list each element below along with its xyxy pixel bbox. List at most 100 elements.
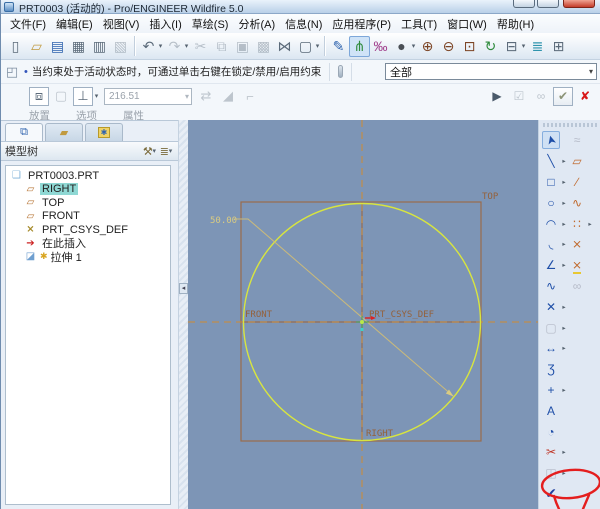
offset-edge-tool[interactable]: ▢ <box>542 319 560 337</box>
rectangle-flyout[interactable]: ▸ <box>560 178 568 186</box>
dimension-flyout[interactable]: ▸ <box>560 344 568 352</box>
model-tree-tab[interactable]: ⧉ <box>5 123 43 141</box>
zoom-fit-button[interactable]: ⊡ <box>459 36 480 57</box>
construction-points-tool[interactable]: ∷ <box>568 215 586 233</box>
preview-button[interactable]: ∞ <box>531 87 551 106</box>
reorient-button[interactable]: ↻ <box>480 36 501 57</box>
display-style-button[interactable]: ● <box>391 36 412 57</box>
tree-item-front-plane[interactable]: ▱ FRONT <box>6 210 170 224</box>
print-button[interactable]: ▦ <box>68 36 89 57</box>
constraint-filter-select[interactable]: 全部 ▾ <box>385 63 597 80</box>
arc-tool[interactable]: ◠ <box>542 215 560 233</box>
menu-edit[interactable]: 编辑(E) <box>51 14 98 34</box>
point-flyout[interactable]: ▸ <box>560 303 568 311</box>
fillet-tool[interactable]: ◟ <box>542 235 560 253</box>
print-preview-button[interactable]: ▥ <box>89 36 110 57</box>
point-tool[interactable]: ✕ <box>542 298 560 316</box>
minimize-button[interactable] <box>513 0 535 8</box>
sketch-orientation-button[interactable]: ✎ <box>328 36 349 57</box>
tree-columns-button[interactable]: ≣▾ <box>160 145 174 158</box>
find-button[interactable]: ⋈ <box>274 36 295 57</box>
palette-tool[interactable]: ◔ <box>542 423 560 441</box>
dimension-tool[interactable]: ↔ <box>542 339 560 357</box>
solid-toggle-button[interactable]: ⧈ <box>29 87 49 106</box>
chamfer-flyout[interactable]: ▸ <box>560 261 568 269</box>
mirror-tool[interactable]: ◫ <box>542 464 560 482</box>
line-flyout[interactable]: ▸ <box>560 157 568 165</box>
text-tool[interactable]: A <box>542 402 560 420</box>
panel-splitter[interactable]: ◂ <box>178 120 188 509</box>
tree-item-extrude[interactable]: ◪ ✱ 拉伸 1 <box>6 250 170 264</box>
cut-button[interactable]: ✂ <box>190 36 211 57</box>
tree-item-right-plane[interactable]: ▱ RIGHT <box>6 183 170 197</box>
menu-view[interactable]: 视图(V) <box>98 14 145 34</box>
surface-toggle-button[interactable]: ▢ <box>51 87 71 106</box>
open-button[interactable]: ▱ <box>26 36 47 57</box>
layers-button[interactable]: ≣ <box>527 36 548 57</box>
favorites-tab[interactable]: ✱ <box>85 123 123 141</box>
paste-special-button[interactable]: ▩ <box>253 36 274 57</box>
new-file-button[interactable]: ▯ <box>5 36 26 57</box>
tab-options[interactable]: 选项 <box>76 108 97 120</box>
fillet-flyout[interactable]: ▸ <box>560 240 568 248</box>
menu-tools[interactable]: 工具(T) <box>396 14 442 34</box>
select-tool[interactable]: ➤ <box>542 131 560 149</box>
points-flyout[interactable]: ▸ <box>586 220 594 228</box>
dimension-value[interactable]: 50.00 <box>210 216 237 226</box>
undo-button[interactable]: ↶ <box>138 36 159 57</box>
constraint-flyout[interactable]: ▸ <box>560 386 568 394</box>
tree-item-insert-here[interactable]: ➔ 在此插入 <box>6 237 170 251</box>
circle-flyout[interactable]: ▸ <box>560 199 568 207</box>
menu-insert[interactable]: 插入(I) <box>144 14 186 34</box>
resume-button[interactable]: ▶ <box>487 87 507 106</box>
collapse-panel-button[interactable]: ◂ <box>179 283 188 294</box>
maximize-button[interactable] <box>537 0 559 8</box>
apply-button[interactable]: ✔ <box>553 87 573 106</box>
layer-tree-tab[interactable]: ▰ <box>45 123 83 141</box>
intersection-point-tool[interactable]: ⨯ <box>568 256 586 274</box>
trim-flyout[interactable]: ▸ <box>560 448 568 456</box>
use-edge-tool[interactable]: ▱ <box>568 152 586 170</box>
saved-views-button[interactable]: ⊟ <box>501 36 522 57</box>
offset-flyout[interactable]: ▸ <box>560 324 568 332</box>
construction-line-tool[interactable]: ∕ <box>568 173 586 191</box>
menu-file[interactable]: 文件(F) <box>5 14 51 34</box>
tab-placement[interactable]: 放置 <box>29 108 50 120</box>
line-tool[interactable]: ╲ <box>542 152 560 170</box>
modify-tool[interactable]: Ʒ <box>542 360 560 378</box>
select-box-button[interactable]: ▢ <box>295 36 316 57</box>
rectangle-tool[interactable]: □ <box>542 173 560 191</box>
arc-flyout[interactable]: ▸ <box>560 220 568 228</box>
menu-help[interactable]: 帮助(H) <box>492 14 539 34</box>
depth-type-button[interactable]: ⊥ <box>73 87 93 106</box>
save-button[interactable]: ▤ <box>47 36 68 57</box>
depth-type-dropdown[interactable]: ▾ <box>93 92 100 100</box>
datum-display-button[interactable]: ⋔ <box>349 36 370 57</box>
menu-applications[interactable]: 应用程序(P) <box>327 14 396 34</box>
spline-tool[interactable]: ∿ <box>542 277 560 295</box>
redo-button[interactable]: ↷ <box>164 36 185 57</box>
close-button[interactable] <box>563 0 595 8</box>
verify-toggle[interactable]: ☑ <box>509 87 529 106</box>
menu-sketch[interactable]: 草绘(S) <box>187 14 234 34</box>
tree-item-part[interactable]: ❑ PRT0003.PRT <box>6 169 170 183</box>
tree-settings-button[interactable]: ⚒▾ <box>143 145 158 158</box>
constraint-tool[interactable]: + <box>542 381 560 399</box>
thicken-button[interactable]: ⌐ <box>240 87 260 106</box>
circle-tool[interactable]: ○ <box>542 194 560 212</box>
copy-button[interactable]: ⧉ <box>211 36 232 57</box>
cancel-button[interactable]: ✘ <box>575 87 595 106</box>
construction-spline-tool[interactable]: ∿ <box>568 194 586 212</box>
select-lasso-tool[interactable]: ≈ <box>568 131 586 149</box>
sketch-done-button[interactable]: ✔ <box>542 485 560 503</box>
menu-info[interactable]: 信息(N) <box>280 14 327 34</box>
view-manager-button[interactable]: ⊞ <box>548 36 569 57</box>
menu-window[interactable]: 窗口(W) <box>442 14 492 34</box>
zoom-out-button[interactable]: ⊖ <box>438 36 459 57</box>
depth-value-field[interactable]: 216.51 ▾ <box>104 88 192 105</box>
flip-direction-button[interactable]: ⇄ <box>196 87 216 106</box>
construction-csys-tool[interactable]: ⨯ <box>568 235 586 253</box>
remove-material-button[interactable]: ◢ <box>218 87 238 106</box>
toolbar-grip[interactable] <box>543 123 597 127</box>
tab-properties[interactable]: 属性 <box>123 108 144 120</box>
